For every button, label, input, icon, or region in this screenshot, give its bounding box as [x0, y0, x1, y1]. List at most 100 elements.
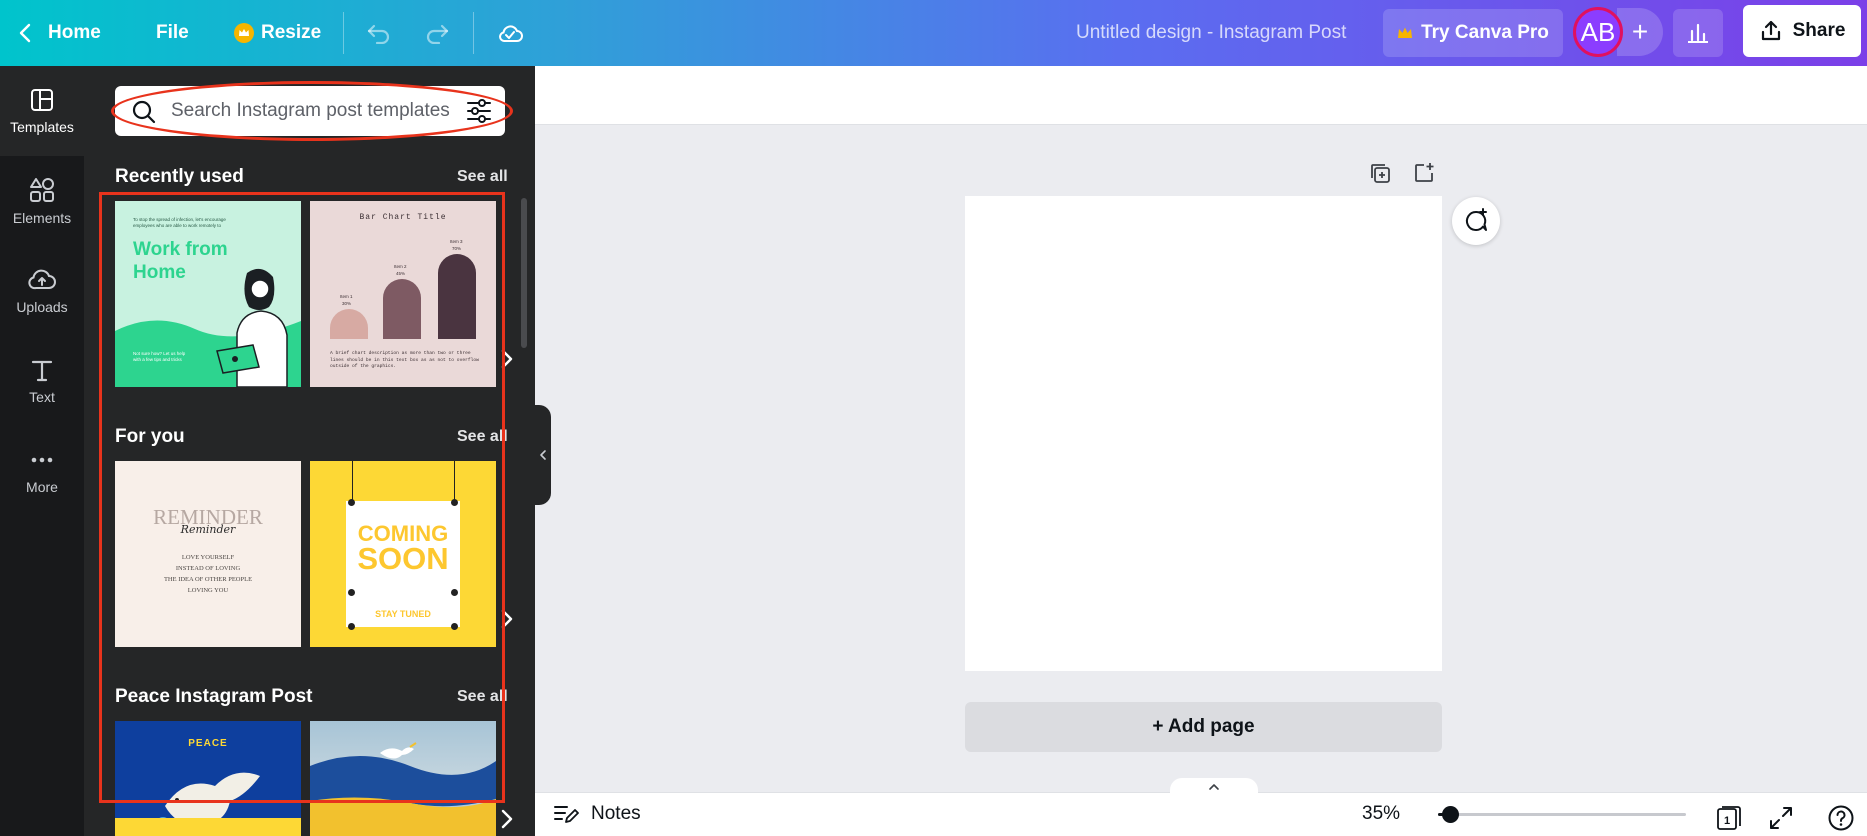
template-thumb-reminder[interactable]: REMINDER Reminder LOVE YOURSELF INSTEAD …	[115, 461, 301, 647]
coming-soon-pin-5	[348, 623, 355, 630]
divider	[343, 12, 344, 54]
wfh-small-text: To stop the spread of infection, let's e…	[133, 217, 226, 228]
wfh-title-line1: Work from	[133, 239, 228, 260]
help-button[interactable]	[1827, 804, 1855, 832]
template-thumb-peace-dove[interactable]: PEACE	[115, 721, 301, 836]
notes-button[interactable]: Notes	[553, 792, 641, 836]
bar-thumb-bar-1	[330, 309, 368, 339]
see-all-peace-instagram-post[interactable]: See all	[457, 688, 508, 706]
rail-label-uploads: Uploads	[16, 299, 68, 315]
chevron-right-icon	[501, 609, 513, 629]
flag-illustration	[310, 742, 496, 836]
design-page[interactable]	[965, 196, 1442, 671]
chevron-right-icon	[501, 809, 513, 829]
undo-button[interactable]	[366, 0, 392, 66]
carousel-next-for-you[interactable]	[492, 604, 522, 634]
crown-icon	[1398, 27, 1413, 38]
template-thumb-peace-flag[interactable]	[310, 721, 496, 836]
elements-icon	[30, 178, 54, 202]
notes-icon	[554, 806, 579, 823]
plus-icon: +	[1631, 16, 1649, 47]
template-thumb-coming-soon[interactable]: COMING SOON STAY TUNED	[310, 461, 496, 647]
bar-thumb-description: A brief chart description as more than t…	[330, 351, 479, 369]
collapse-panel-button[interactable]	[535, 405, 551, 505]
crown-icon	[234, 23, 254, 43]
coming-soon-pin-4	[451, 589, 458, 596]
context-toolbar	[535, 66, 1867, 125]
panel-scrollbar[interactable]	[521, 198, 527, 348]
chevron-up-icon	[1209, 784, 1219, 790]
add-page-label: + Add page	[1152, 716, 1255, 737]
rail-item-uploads[interactable]: Uploads	[0, 246, 84, 336]
add-page-icon	[1415, 163, 1434, 182]
zoom-percentage[interactable]: 35%	[1362, 792, 1400, 836]
coming-soon-line2: SOON	[357, 541, 449, 576]
comment-add-icon	[1465, 208, 1487, 231]
coming-soon-pin-6	[451, 623, 458, 630]
chevron-left-icon	[540, 450, 546, 460]
filter-icon[interactable]	[465, 98, 493, 124]
template-thumb-bar-chart[interactable]: Bar Chart Title Item 1 30% Item 2 45% It…	[310, 201, 496, 387]
bar-thumb-item3-val: 70%	[452, 246, 462, 251]
show-pages-button[interactable]	[1170, 778, 1258, 796]
fullscreen-button[interactable]	[1767, 804, 1795, 832]
add-comment-button[interactable]	[1452, 197, 1500, 245]
coming-soon-string-right	[454, 461, 455, 503]
bar-thumb-bar-3	[438, 254, 476, 339]
insights-button[interactable]	[1673, 9, 1723, 57]
templates-icon	[31, 89, 53, 111]
rail-item-templates[interactable]: Templates	[0, 66, 84, 156]
wfh-footer-text: Not sure how? Let us help with a few tip…	[133, 351, 186, 362]
zoom-slider-knob[interactable]	[1442, 806, 1459, 823]
wfh-title-line2: Home	[133, 262, 186, 283]
bar-thumb-item2-val: 45%	[396, 271, 406, 276]
carousel-next-recently-used[interactable]	[492, 344, 522, 374]
search-box[interactable]: Search Instagram post templates	[115, 86, 505, 136]
rail-item-elements[interactable]: Elements	[0, 156, 84, 246]
save-status-button[interactable]	[496, 0, 524, 66]
file-button[interactable]: File	[156, 0, 189, 66]
avatar[interactable]: AB	[1573, 7, 1623, 57]
bar-thumb-bar-2	[383, 279, 421, 339]
help-icon	[1828, 805, 1854, 831]
undo-icon	[367, 24, 390, 44]
design-title[interactable]: Untitled design - Instagram Post	[1076, 0, 1346, 66]
search-icon	[132, 100, 156, 124]
invite-button[interactable]: +	[1617, 8, 1663, 56]
resize-button[interactable]: Resize	[233, 0, 321, 66]
uploads-icon	[28, 269, 56, 290]
see-all-recently-used[interactable]: See all	[457, 168, 508, 186]
search-input[interactable]: Search Instagram post templates	[171, 86, 450, 136]
add-page-icon-button[interactable]	[1411, 160, 1437, 186]
zoom-slider[interactable]	[1438, 806, 1686, 823]
share-button[interactable]: Share	[1743, 5, 1861, 57]
add-page-button[interactable]: + Add page	[965, 702, 1442, 752]
carousel-next-peace[interactable]	[492, 804, 522, 834]
cloud-check-icon	[499, 25, 523, 42]
bar-chart-icon	[1688, 23, 1708, 43]
see-all-for-you[interactable]: See all	[457, 428, 508, 446]
section-title-recently-used: Recently used	[115, 166, 244, 187]
woman-laptop-illustration	[216, 268, 288, 387]
expand-icon	[1770, 807, 1792, 829]
duplicate-icon	[1371, 164, 1390, 183]
home-button[interactable]: Home	[18, 0, 101, 66]
share-icon	[1761, 20, 1780, 41]
coming-soon-string-left	[352, 461, 353, 503]
left-rail: Templates Elements Uploads Text More	[0, 66, 84, 836]
coming-soon-sub: STAY TUNED	[375, 609, 431, 619]
divider	[473, 12, 474, 54]
rail-item-text[interactable]: Text	[0, 336, 84, 426]
file-label: File	[156, 22, 189, 43]
redo-button[interactable]	[424, 0, 450, 66]
page-count-button[interactable]: 1	[1715, 804, 1743, 832]
template-thumb-work-from-home[interactable]: To stop the spread of infection, let's e…	[115, 201, 301, 387]
duplicate-page-button[interactable]	[1367, 160, 1393, 186]
try-canva-pro-button[interactable]: Try Canva Pro	[1383, 9, 1563, 57]
bar-thumb-title: Bar Chart Title	[359, 213, 447, 222]
rail-item-more[interactable]: More	[0, 426, 84, 516]
rail-label-text: Text	[29, 389, 55, 405]
coming-soon-pin-3	[348, 589, 355, 596]
peace-title: PEACE	[188, 738, 228, 749]
text-icon	[31, 360, 53, 382]
